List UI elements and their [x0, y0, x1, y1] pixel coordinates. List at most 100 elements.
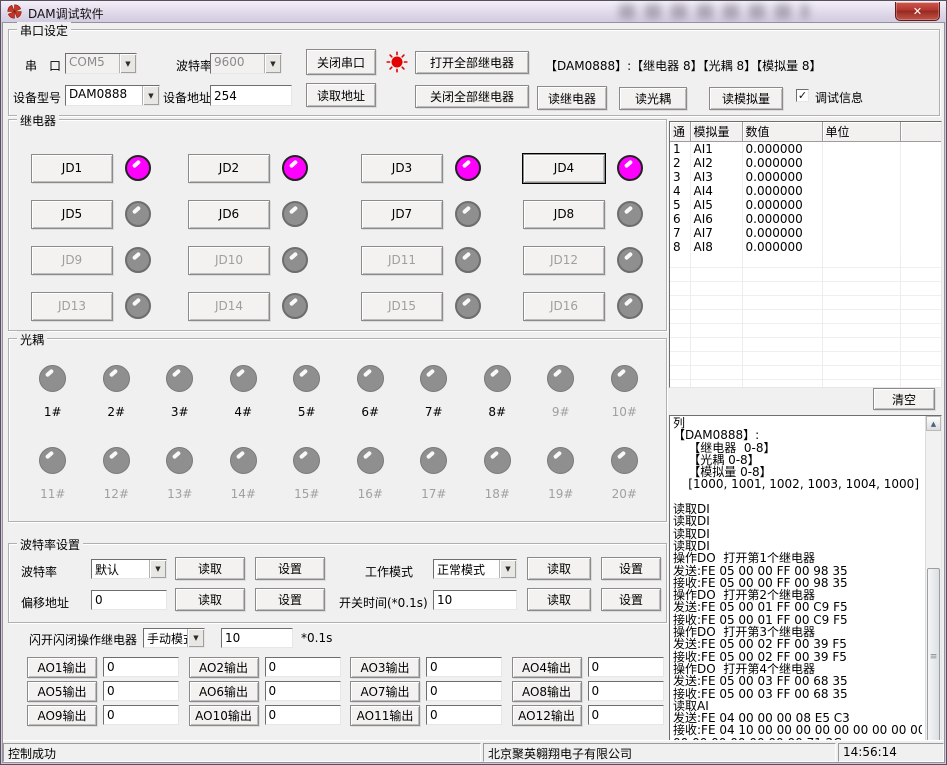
chevron-down-icon[interactable]: ▼ — [149, 560, 166, 578]
debug-info-checkbox[interactable]: ✓ — [796, 89, 809, 102]
relay-button[interactable]: JD4 — [523, 154, 605, 183]
ao-output-button[interactable]: AO7输出 — [350, 681, 420, 702]
ao-output-button[interactable]: AO8输出 — [512, 681, 582, 702]
clear-log-button[interactable]: 清空 — [873, 388, 935, 410]
analog-table-row[interactable]: 2 AI2 0.000000 — [670, 156, 942, 170]
set-baud-button[interactable]: 设置 — [255, 557, 325, 580]
ao-output-button[interactable]: AO3输出 — [350, 657, 420, 678]
opto-led-icon — [166, 447, 193, 474]
log-scrollbar[interactable]: ▲ ≡ — [925, 416, 941, 748]
flash-mode-combo[interactable]: 手动模式 ▼ — [143, 628, 205, 648]
analog-table-row[interactable]: 4 AI4 0.000000 — [670, 184, 942, 198]
ao-value-input[interactable] — [103, 681, 179, 701]
flash-time-input[interactable] — [221, 628, 293, 648]
ao-output-button[interactable]: AO1输出 — [27, 657, 97, 678]
ao-value-input[interactable] — [426, 657, 502, 677]
relay-button[interactable]: JD3 — [361, 154, 443, 183]
ao-output-button[interactable]: AO11输出 — [350, 705, 420, 726]
ao-output-cell: AO10输出 — [189, 703, 351, 727]
relay-slot: JD13 — [31, 283, 188, 329]
relay-button[interactable]: JD11 — [361, 246, 443, 275]
ao-value-input[interactable] — [588, 681, 664, 701]
scrollbar-thumb[interactable]: ≡ — [927, 568, 940, 746]
relay-slot: JD14 — [188, 283, 361, 329]
col-analog[interactable]: 模拟量 — [690, 122, 742, 142]
relay-group: 继电器 JD1 JD2 JD3 — [8, 119, 667, 331]
ao-output-cell: AO5输出 — [27, 679, 189, 703]
relay-button[interactable]: JD6 — [188, 200, 270, 229]
ao-value-input[interactable] — [426, 681, 502, 701]
ao-value-input[interactable] — [103, 657, 179, 677]
device-address-input[interactable] — [210, 85, 292, 106]
ao-output-button[interactable]: AO6输出 — [189, 681, 259, 702]
relay-button[interactable]: JD16 — [523, 292, 605, 321]
relay-button[interactable]: JD9 — [31, 246, 113, 275]
relay-button[interactable]: JD10 — [188, 246, 270, 275]
log-output[interactable]: 列 【DAM0888】: 【继电器 0-8】 【光耦 0-8】 【模拟量 0-8… — [673, 417, 922, 747]
device-model-combo[interactable]: DAM0888 ▼ — [65, 85, 160, 106]
relay-button[interactable]: JD13 — [31, 292, 113, 321]
opto-label: 14# — [231, 487, 256, 501]
read-baud-button[interactable]: 读取 — [175, 557, 245, 580]
ao-value-input[interactable] — [265, 681, 341, 701]
col-extra[interactable] — [900, 122, 942, 142]
analog-table-row[interactable]: 5 AI5 0.000000 — [670, 198, 942, 212]
ao-value-input[interactable] — [265, 657, 341, 677]
set-workmode-button[interactable]: 设置 — [601, 557, 661, 580]
ao-output-button[interactable]: AO12输出 — [512, 705, 582, 726]
relay-button[interactable]: JD1 — [31, 154, 113, 183]
analog-table-row[interactable]: 3 AI3 0.000000 — [670, 170, 942, 184]
ao-value-input[interactable] — [265, 705, 341, 725]
work-mode-combo[interactable]: 正常模式 ▼ — [433, 559, 517, 579]
analog-table-row[interactable]: 7 AI7 0.000000 — [670, 226, 942, 240]
chevron-down-icon[interactable]: ▼ — [187, 629, 204, 647]
ao-output-button[interactable]: AO5输出 — [27, 681, 97, 702]
relay-slot: JD15 — [361, 283, 523, 329]
relay-button[interactable]: JD12 — [523, 246, 605, 275]
read-switchtime-button[interactable]: 读取 — [527, 588, 591, 611]
ao-value-input[interactable] — [588, 657, 664, 677]
read-offset-button[interactable]: 读取 — [175, 588, 245, 611]
ao-output-button[interactable]: AO10输出 — [189, 705, 259, 726]
cell-value: 0.000000 — [742, 156, 822, 170]
chevron-down-icon[interactable]: ▼ — [142, 86, 159, 105]
analog-table-row[interactable]: 8 AI8 0.000000 — [670, 240, 942, 254]
relay-button[interactable]: JD8 — [523, 200, 605, 229]
ao-value-input[interactable] — [588, 705, 664, 725]
set-switchtime-button[interactable]: 设置 — [601, 588, 661, 611]
scrollbar-up-icon[interactable]: ▲ — [926, 416, 941, 431]
ao-output-button[interactable]: AO4输出 — [512, 657, 582, 678]
col-channel[interactable]: 通 — [670, 122, 690, 142]
ao-output-button[interactable]: AO2输出 — [189, 657, 259, 678]
chevron-down-icon[interactable]: ▼ — [499, 560, 516, 578]
set-offset-button[interactable]: 设置 — [255, 588, 325, 611]
baud-group-title: 波特率设置 — [17, 536, 83, 553]
cell-analog: AI8 — [690, 240, 742, 254]
read-analog-button[interactable]: 读模拟量 — [709, 87, 783, 110]
close-all-relays-button[interactable]: 关闭全部继电器 — [415, 85, 529, 108]
ao-value-input[interactable] — [103, 705, 179, 725]
relay-button[interactable]: JD15 — [361, 292, 443, 321]
read-relays-button[interactable]: 读继电器 — [537, 86, 607, 110]
baud-rate-combo: 9600 ▼ — [210, 53, 282, 74]
read-address-button[interactable]: 读取地址 — [306, 83, 376, 107]
opto-group-title: 光耦 — [17, 331, 47, 348]
switch-time-input[interactable] — [433, 590, 517, 610]
close-serial-button[interactable]: 关闭串口 — [306, 49, 376, 75]
ao-output-button[interactable]: AO9输出 — [27, 705, 97, 726]
col-value[interactable]: 数值 — [742, 122, 822, 142]
relay-button[interactable]: JD14 — [188, 292, 270, 321]
close-button[interactable]: ✕ — [895, 2, 940, 21]
offset-address-input[interactable] — [91, 590, 167, 610]
read-workmode-button[interactable]: 读取 — [527, 557, 591, 580]
open-all-relays-button[interactable]: 打开全部继电器 — [415, 51, 529, 74]
relay-button[interactable]: JD5 — [31, 200, 113, 229]
ao-value-input[interactable] — [426, 705, 502, 725]
analog-table-row[interactable]: 1 AI1 0.000000 — [670, 142, 942, 157]
relay-button[interactable]: JD2 — [188, 154, 270, 183]
col-unit[interactable]: 单位 — [822, 122, 900, 142]
baud-select-combo[interactable]: 默认 ▼ — [91, 559, 167, 579]
relay-button[interactable]: JD7 — [361, 200, 443, 229]
read-opto-button[interactable]: 读光耦 — [619, 87, 687, 110]
analog-table-row[interactable]: 6 AI6 0.000000 — [670, 212, 942, 226]
